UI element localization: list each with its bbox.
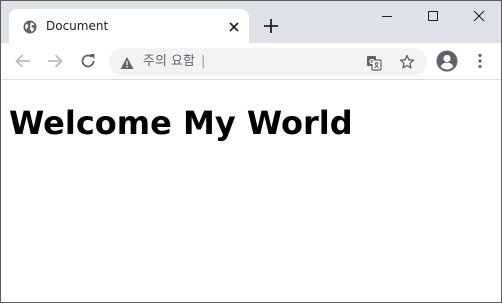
tab-strip: Document — [1, 1, 501, 43]
back-button[interactable] — [13, 51, 33, 71]
tab-title: Document — [46, 19, 109, 33]
plus-icon — [264, 19, 278, 33]
page-heading: Welcome My World — [9, 104, 353, 142]
window-close-button[interactable] — [456, 1, 501, 31]
star-icon[interactable] — [399, 54, 415, 70]
minimize-button[interactable] — [364, 1, 410, 31]
new-tab-button[interactable] — [262, 17, 280, 35]
account-icon[interactable] — [436, 50, 458, 72]
close-icon — [473, 10, 485, 22]
minimize-icon — [382, 16, 392, 17]
globe-icon — [23, 19, 37, 34]
browser-window: Document 주의 요함 | G Welcome My World — [0, 0, 502, 303]
page-content: Welcome My World — [1, 81, 501, 302]
separator: | — [200, 54, 206, 69]
reload-button[interactable] — [78, 51, 98, 71]
arrow-left-icon — [15, 54, 30, 68]
browser-toolbar: 주의 요함 | G — [1, 43, 501, 80]
translate-icon[interactable]: G — [366, 55, 382, 71]
maximize-icon — [428, 11, 438, 21]
security-status-label[interactable]: 주의 요함 | — [143, 54, 205, 70]
svg-text:G: G — [369, 58, 375, 66]
address-bar[interactable]: 주의 요함 | G — [109, 48, 427, 76]
reload-icon — [81, 54, 95, 68]
forward-button[interactable] — [45, 51, 65, 71]
close-icon[interactable] — [227, 19, 241, 33]
tab-document[interactable]: Document — [9, 9, 249, 43]
warning-icon[interactable] — [120, 55, 134, 69]
maximize-button[interactable] — [410, 1, 456, 31]
security-label-text: 주의 요함 — [143, 54, 195, 69]
arrow-right-icon — [48, 54, 63, 68]
kebab-menu-icon[interactable] — [475, 52, 485, 70]
